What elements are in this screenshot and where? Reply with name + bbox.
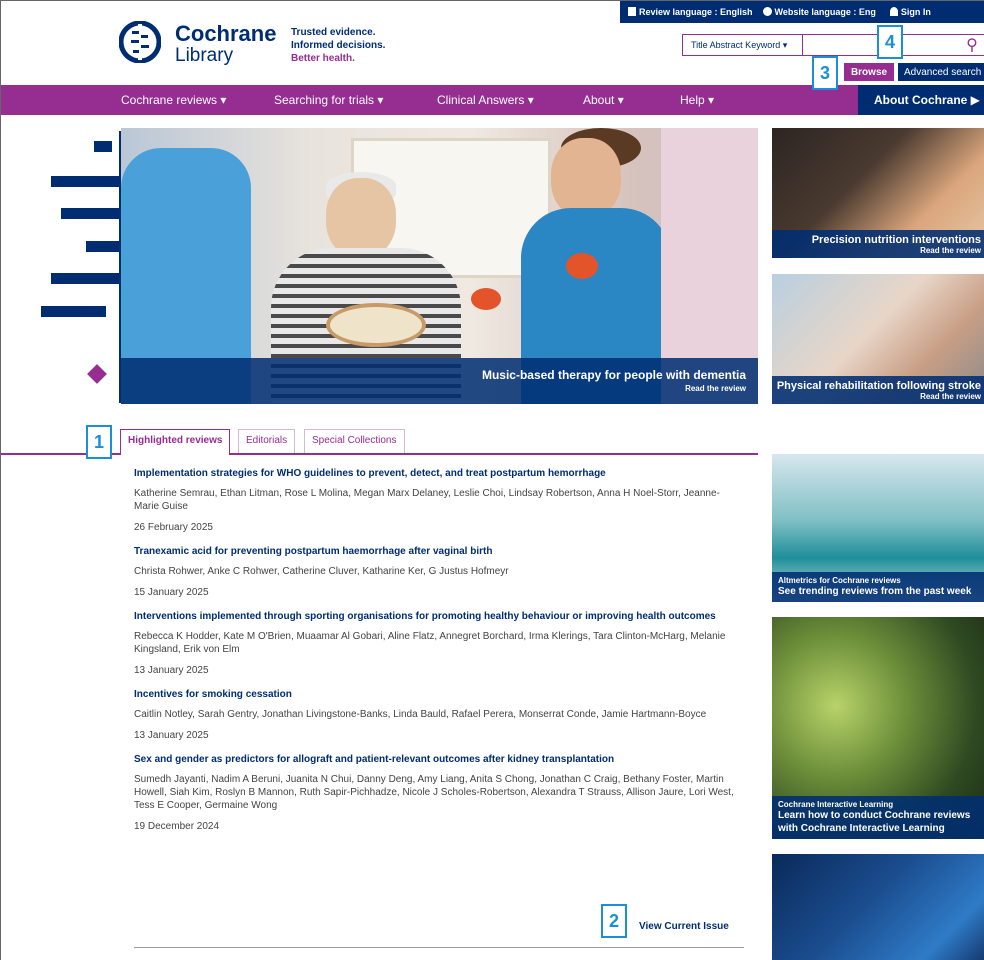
diamond-icon [87, 364, 107, 384]
nav-about[interactable]: About ▾ [583, 85, 624, 115]
highlighted-reviews-list: Implementation strategies for WHO guidel… [134, 467, 744, 844]
tab-highlighted-reviews[interactable]: Highlighted reviews [120, 429, 231, 455]
search-bar: Title Abstract Keyword ▾ ⚲ [682, 34, 984, 56]
annotation-marker: 4 [877, 25, 903, 59]
list-item: Incentives for smoking cessation Caitlin… [134, 688, 744, 741]
page: Review language : English Website langua… [0, 0, 984, 960]
hero-caption: Music-based therapy for people with deme… [121, 358, 758, 404]
advanced-search-button[interactable]: Advanced search [898, 63, 984, 81]
hero-image-maraca [566, 253, 598, 279]
search-field-select[interactable]: Title Abstract Keyword ▾ [683, 35, 803, 55]
tabs-underline [1, 453, 758, 455]
promo-subtitle: Cochrane Interactive Learning [778, 800, 894, 809]
annotation-marker: 1 [86, 425, 112, 459]
nav-help[interactable]: Help ▾ [680, 85, 714, 115]
list-item: Interventions implemented through sporti… [134, 610, 744, 676]
review-authors: Christa Rohwer, Anke C Rohwer, Catherine… [134, 566, 509, 577]
review-language-link[interactable]: Review language : English [628, 7, 753, 17]
hero-image-maraca [471, 288, 501, 310]
promo-card-stroke[interactable]: Physical rehabilitation following stroke… [772, 274, 984, 404]
decorative-bar [94, 141, 112, 152]
review-authors: Sumedh Jayanti, Nadim A Beruni, Juanita … [134, 774, 734, 811]
promo-caption: Physical rehabilitation following stroke… [772, 376, 984, 404]
browse-button[interactable]: Browse [844, 63, 894, 81]
promo-card-nutrition[interactable]: Precision nutrition interventions Read t… [772, 128, 984, 258]
about-cochrane-link[interactable]: About Cochrane ▶ [858, 85, 984, 115]
tagline-line2: Informed decisions. [291, 40, 386, 51]
review-title-link[interactable]: Incentives for smoking cessation [134, 688, 744, 702]
tab-special-collections[interactable]: Special Collections [304, 429, 405, 453]
decorative-bar [61, 208, 126, 219]
sign-in-label: Sign In [900, 7, 931, 17]
user-icon [889, 7, 898, 16]
hero-read-link[interactable]: Read the review [685, 384, 746, 393]
logo-name-line2: Library [175, 45, 234, 66]
sign-in-link[interactable]: Sign In [889, 7, 931, 17]
review-title-link[interactable]: Implementation strategies for WHO guidel… [134, 467, 744, 481]
annotation-marker: 3 [812, 56, 838, 90]
promo-card-altmetrics[interactable]: Altmetrics for Cochrane reviews See tren… [772, 454, 984, 602]
promo-read-link[interactable]: Read the review [776, 246, 981, 255]
view-current-issue-link[interactable]: View Current Issue [639, 921, 729, 932]
decorative-bar [51, 273, 121, 284]
promo-caption: Precision nutrition interventions Read t… [772, 230, 984, 258]
promo-title: See trending reviews from the past week [778, 586, 972, 597]
tab-editorials[interactable]: Editorials [238, 429, 296, 453]
tagline-line1: Trusted evidence. [291, 27, 376, 38]
document-icon [628, 7, 636, 16]
utility-bar: Review language : English Website langua… [620, 1, 984, 23]
divider [134, 947, 744, 948]
decorative-bar [41, 306, 106, 317]
review-title-link[interactable]: Tranexamic acid for preventing postpartu… [134, 545, 744, 559]
promo-card-interactive-learning[interactable]: Cochrane Interactive Learning Learn how … [772, 617, 984, 839]
hero-image-person [551, 138, 621, 218]
search-field-select-value: Title Abstract Keyword [691, 40, 781, 50]
promo-caption: Altmetrics for Cochrane reviews See tren… [772, 572, 984, 602]
hero-title[interactable]: Music-based therapy for people with deme… [482, 368, 746, 382]
hero-image-drum [326, 303, 426, 347]
review-language-label: Review language : English [639, 7, 753, 17]
review-title-link[interactable]: Interventions implemented through sporti… [134, 610, 744, 624]
promo-read-link[interactable]: Read the review [776, 392, 981, 401]
promo-card-data[interactable] [772, 854, 984, 960]
review-authors: Katherine Semrau, Ethan Litman, Rose L M… [134, 488, 720, 512]
search-icon[interactable]: ⚲ [960, 35, 984, 55]
hero-feature[interactable]: Music-based therapy for people with deme… [121, 128, 758, 404]
cochrane-logo-icon [119, 21, 161, 63]
nav-cochrane-reviews[interactable]: Cochrane reviews ▾ [121, 85, 226, 115]
hero-image-person [326, 178, 396, 258]
caret-down-icon: ▾ [782, 39, 788, 50]
promo-image [772, 854, 984, 960]
promo-caption: Cochrane Interactive Learning Learn how … [772, 796, 984, 839]
list-item: Sex and gender as predictors for allogra… [134, 753, 744, 832]
website-language-link[interactable]: Website language : Eng [762, 7, 876, 17]
review-date: 15 January 2025 [134, 587, 209, 598]
promo-title: Precision nutrition interventions [811, 234, 981, 246]
review-date: 26 February 2025 [134, 522, 213, 533]
annotation-marker: 2 [601, 904, 627, 938]
promo-subtitle: Altmetrics for Cochrane reviews [778, 576, 901, 585]
list-item: Tranexamic acid for preventing postpartu… [134, 545, 744, 598]
review-authors: Rebecca K Hodder, Kate M O'Brien, Muaama… [134, 631, 726, 655]
review-date: 13 January 2025 [134, 730, 209, 741]
tagline-line3: Better health. [291, 53, 355, 64]
review-date: 13 January 2025 [134, 665, 209, 676]
logo-name-line1: Cochrane [175, 21, 277, 46]
promo-title: Learn how to conduct Cochrane reviews wi… [778, 810, 971, 834]
globe-icon [762, 7, 772, 16]
nav-searching-for-trials[interactable]: Searching for trials ▾ [274, 85, 383, 115]
cochrane-library-logo[interactable]: Cochrane Library [119, 17, 279, 69]
review-date: 19 December 2024 [134, 821, 220, 832]
website-language-label: Website language : Eng [774, 7, 876, 17]
tagline: Trusted evidence. Informed decisions. Be… [291, 26, 385, 65]
review-authors: Caitlin Notley, Sarah Gentry, Jonathan L… [134, 709, 707, 720]
list-item: Implementation strategies for WHO guidel… [134, 467, 744, 533]
review-title-link[interactable]: Sex and gender as predictors for allogra… [134, 753, 744, 767]
nav-clinical-answers[interactable]: Clinical Answers ▾ [437, 85, 534, 115]
promo-title: Physical rehabilitation following stroke [776, 380, 981, 392]
